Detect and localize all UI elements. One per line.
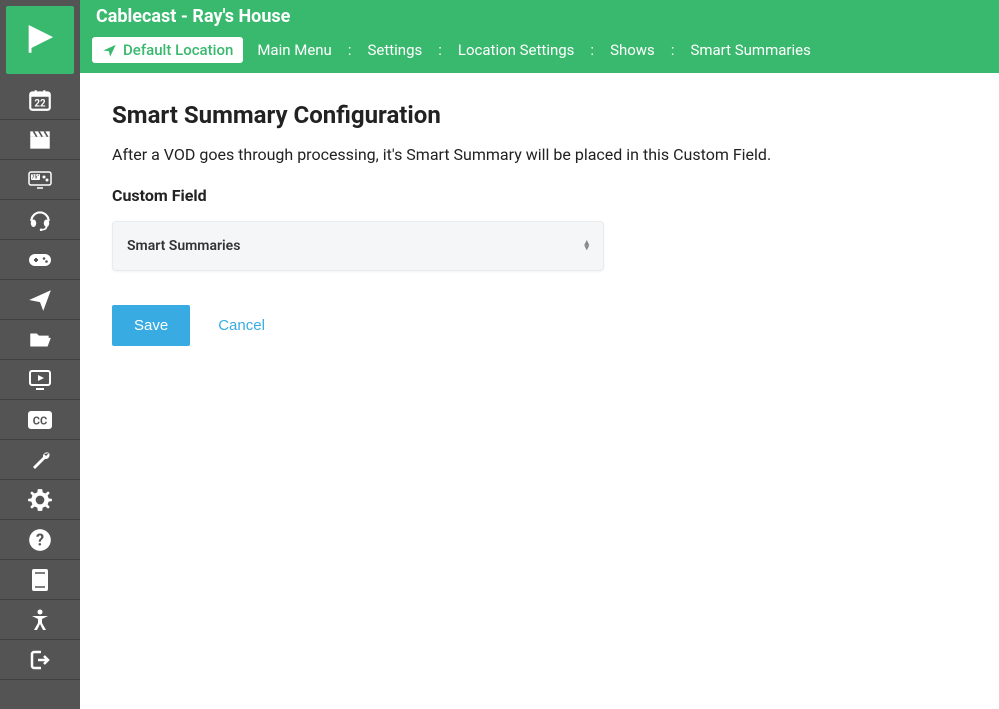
page-description: After a VOD goes through processing, it'…: [112, 145, 967, 164]
crumb-location-settings[interactable]: Location Settings: [448, 38, 585, 62]
book-icon: [29, 567, 51, 593]
sidebar-item-gamepad[interactable]: [0, 240, 80, 280]
sidebar-item-cc[interactable]: CC: [0, 400, 80, 440]
monitor-icon: 75°: [27, 170, 53, 190]
svg-text:22: 22: [34, 98, 46, 109]
clapperboard-icon: [27, 127, 53, 153]
crumb-separator: :: [588, 41, 596, 59]
wrench-icon: [28, 448, 52, 472]
location-chip[interactable]: Default Location: [92, 37, 243, 63]
app-title: Cablecast - Ray's House: [80, 0, 999, 31]
logo[interactable]: [6, 6, 74, 74]
calendar-icon: 22: [27, 87, 53, 113]
crumb-separator: :: [346, 41, 354, 59]
logo-flag-icon: [23, 23, 57, 57]
crumb-smart-summaries[interactable]: Smart Summaries: [680, 38, 820, 62]
sidebar-item-folder[interactable]: [0, 320, 80, 360]
gear-icon: [27, 487, 53, 513]
location-arrow-icon: [102, 43, 117, 58]
svg-text:CC: CC: [33, 414, 47, 427]
crumb-separator: :: [669, 41, 677, 59]
crumb-separator: :: [436, 41, 444, 59]
sidebar-item-settings[interactable]: [0, 480, 80, 520]
accessibility-icon: [28, 608, 52, 632]
paper-plane-icon: [27, 287, 53, 313]
sidebar-item-calendar[interactable]: 22: [0, 80, 80, 120]
sidebar: 22 75°: [0, 0, 80, 709]
custom-field-select[interactable]: Smart Summaries ▴▾: [112, 221, 604, 271]
sidebar-item-monitor[interactable]: 75°: [0, 160, 80, 200]
chevron-up-down-icon: ▴▾: [584, 241, 589, 251]
svg-text:75°: 75°: [32, 174, 40, 180]
select-value: Smart Summaries: [127, 238, 240, 254]
crumb-main-menu[interactable]: Main Menu: [247, 38, 342, 62]
sidebar-item-accessibility[interactable]: [0, 600, 80, 640]
sidebar-item-wrench[interactable]: [0, 440, 80, 480]
svg-text:?: ?: [36, 530, 44, 549]
sidebar-item-headset[interactable]: [0, 200, 80, 240]
sidebar-item-play-monitor[interactable]: [0, 360, 80, 400]
content: Smart Summary Configuration After a VOD …: [80, 73, 999, 709]
headset-icon: [27, 207, 53, 233]
crumb-shows[interactable]: Shows: [600, 38, 665, 62]
main: Cablecast - Ray's House Default Location…: [80, 0, 999, 709]
save-button[interactable]: Save: [112, 305, 190, 346]
location-label: Default Location: [123, 41, 233, 59]
page-title: Smart Summary Configuration: [112, 101, 967, 129]
sidebar-item-clapper[interactable]: [0, 120, 80, 160]
play-monitor-icon: [27, 369, 53, 391]
sidebar-item-send[interactable]: [0, 280, 80, 320]
logout-icon: [28, 648, 52, 672]
breadcrumb: Default Location Main Menu : Settings : …: [80, 31, 999, 73]
folder-open-icon: [27, 327, 53, 353]
custom-field-label: Custom Field: [112, 186, 967, 205]
actions: Save Cancel: [112, 305, 967, 346]
cancel-button[interactable]: Cancel: [218, 317, 265, 334]
crumb-settings[interactable]: Settings: [357, 38, 432, 62]
cc-icon: CC: [26, 409, 54, 431]
sidebar-item-logout[interactable]: [0, 640, 80, 680]
sidebar-item-book[interactable]: [0, 560, 80, 600]
help-icon: ?: [27, 527, 53, 553]
header: Cablecast - Ray's House Default Location…: [80, 0, 999, 73]
gamepad-icon: [26, 251, 54, 269]
sidebar-item-help[interactable]: ?: [0, 520, 80, 560]
